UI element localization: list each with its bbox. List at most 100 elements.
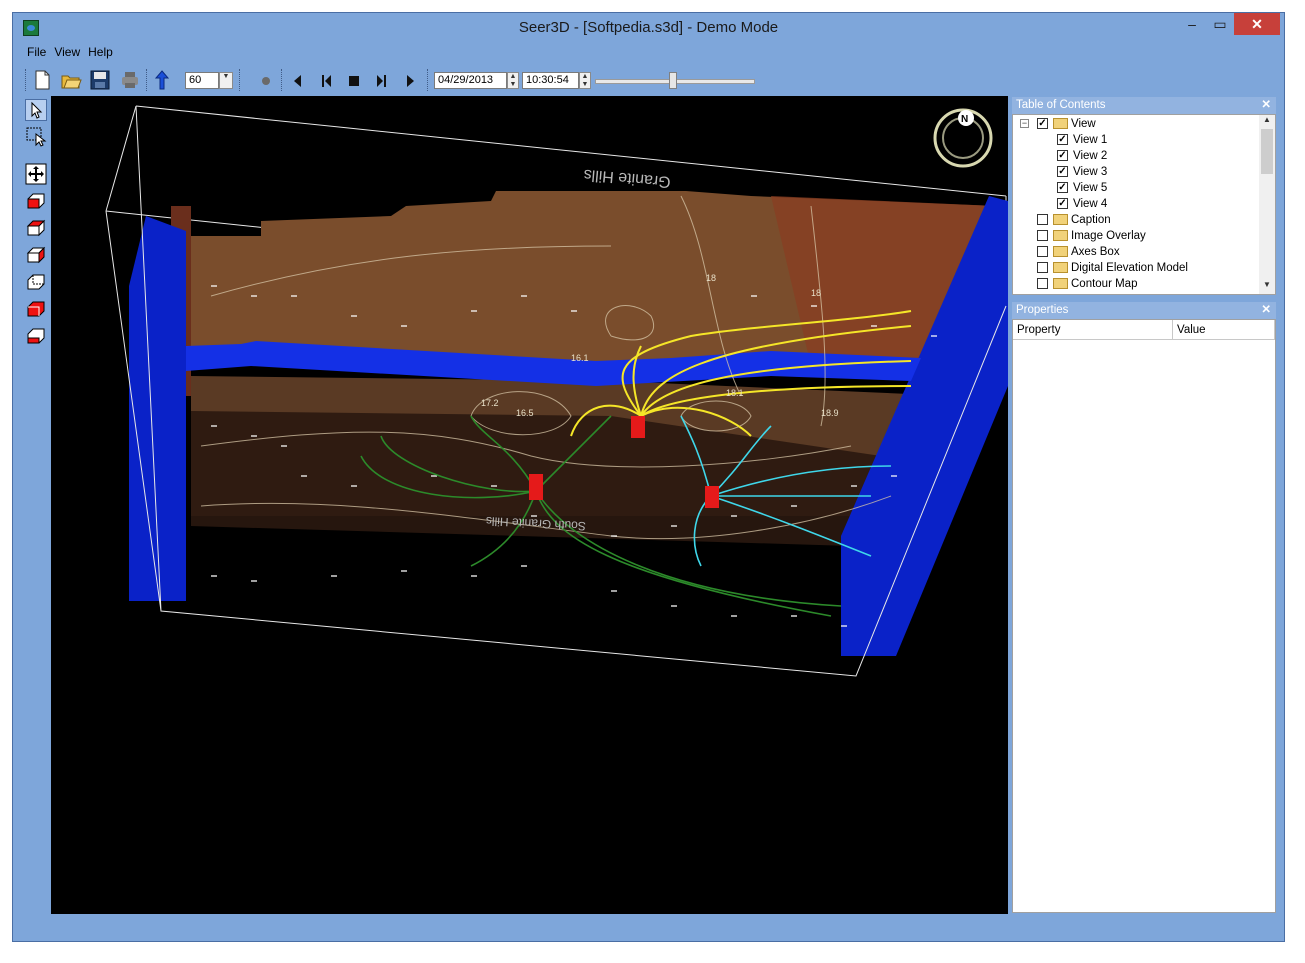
toolbar-grip[interactable] <box>25 69 28 91</box>
toc-checkbox[interactable]: ✓ <box>1057 198 1068 210</box>
vertical-exaggeration-icon[interactable] <box>151 69 173 91</box>
toc-scrollbar[interactable]: ▲ ▼ <box>1259 115 1275 294</box>
toc-item-label: View 3 <box>1073 166 1108 178</box>
contour-label: 17.2 <box>481 398 499 408</box>
toc-tree[interactable]: Contour Map Digital Elevation Model Axes B… <box>1012 114 1276 295</box>
toc-title: Table of Contents <box>1016 99 1106 111</box>
cube-top-icon <box>26 219 46 237</box>
tree-collapse-icon[interactable]: − <box>1020 119 1029 128</box>
toc-item-label: Axes Box <box>1071 246 1120 258</box>
toolbar-separator <box>146 69 149 91</box>
time-slider-thumb[interactable] <box>669 72 678 89</box>
open-folder-icon[interactable] <box>60 69 82 91</box>
contour-label: 16.5 <box>516 408 534 418</box>
toc-item[interactable]: Digital Elevation Model <box>1037 260 1188 276</box>
pumping-well[interactable] <box>705 486 719 508</box>
toc-item[interactable]: ✓ View 2 <box>1057 148 1107 164</box>
property-column-header[interactable]: Property <box>1013 320 1173 340</box>
toc-item-label: View 5 <box>1073 182 1108 194</box>
toc-scroll-thumb[interactable] <box>1261 129 1273 174</box>
toc-checkbox[interactable]: ✓ <box>1057 182 1068 194</box>
rewind-icon[interactable] <box>315 69 337 91</box>
vertical-exaggeration-field[interactable]: 60 <box>185 72 219 89</box>
print-icon[interactable] <box>119 69 141 91</box>
move-arrows-icon <box>25 163 47 185</box>
toc-checkbox[interactable]: ✓ <box>1057 150 1068 162</box>
fast-forward-icon[interactable] <box>371 69 393 91</box>
toc-item[interactable]: Contour Map <box>1037 276 1137 292</box>
pumping-well[interactable] <box>529 474 543 500</box>
contour-label: 18 <box>706 273 716 283</box>
properties-title: Properties <box>1016 304 1069 316</box>
toc-item-label: View 4 <box>1073 198 1108 210</box>
menu-view[interactable]: View <box>50 43 84 59</box>
toc-item-label: Image Overlay <box>1071 230 1146 242</box>
cube-front-icon <box>27 193 45 209</box>
menu-file[interactable]: File <box>23 43 50 59</box>
properties-close-icon[interactable]: ✕ <box>1261 302 1271 319</box>
vertical-exaggeration-dropdown[interactable]: ▼ <box>219 72 233 89</box>
toc-item[interactable]: ✓ View 4 <box>1057 196 1107 212</box>
toc-item[interactable]: − ✓ View <box>1020 116 1096 132</box>
view-iso-tool[interactable] <box>25 325 47 347</box>
toc-checkbox[interactable]: ✓ <box>1037 118 1048 130</box>
pumping-well[interactable] <box>631 416 645 438</box>
scroll-up-icon[interactable]: ▲ <box>1259 115 1275 129</box>
toc-item-label: Contour Map <box>1071 278 1138 290</box>
pan-zoom-tool[interactable] <box>25 163 47 185</box>
view-top-tool[interactable] <box>25 217 47 239</box>
toc-item[interactable]: ✓ View 3 <box>1057 164 1107 180</box>
toolbar-separator <box>427 69 430 91</box>
select-tool[interactable] <box>25 99 47 121</box>
toc-checkbox[interactable] <box>1037 278 1048 290</box>
toc-checkbox[interactable]: ✓ <box>1057 134 1068 146</box>
toc-item[interactable]: Caption <box>1037 212 1111 228</box>
record-icon[interactable] <box>255 69 277 91</box>
toc-item[interactable]: Axes Box <box>1037 244 1120 260</box>
toc-checkbox[interactable] <box>1037 214 1048 226</box>
left-tool-strip <box>23 99 51 929</box>
toc-checkbox[interactable]: ✓ <box>1057 166 1068 178</box>
toc-checkbox[interactable] <box>1037 230 1048 242</box>
save-icon[interactable] <box>89 69 111 91</box>
close-button[interactable]: ✕ <box>1234 13 1280 35</box>
toc-item[interactable]: ✓ View 1 <box>1057 132 1107 148</box>
toolbar-separator <box>281 69 284 91</box>
compass-rose[interactable]: N <box>933 108 993 168</box>
toc-item-label: Caption <box>1071 214 1111 226</box>
view-bottom-tool[interactable] <box>25 298 47 320</box>
folder-icon <box>1053 118 1068 130</box>
menu-help[interactable]: Help <box>84 43 117 59</box>
view-front-tool[interactable] <box>25 190 47 212</box>
new-file-icon[interactable] <box>31 69 53 91</box>
properties-panel: Properties ✕ Property Value <box>1012 302 1276 913</box>
view-back-tool[interactable] <box>25 271 47 293</box>
scroll-down-icon[interactable]: ▼ <box>1259 280 1275 294</box>
title-bar[interactable]: Seer3D - [Softpedia.s3d] - Demo Mode – ▭… <box>13 13 1284 43</box>
properties-grid[interactable]: Property Value <box>1012 319 1276 913</box>
contour-label: 16.1 <box>571 353 589 363</box>
toc-item[interactable]: Image Overlay <box>1037 228 1146 244</box>
toc-panel-header: Table of Contents ✕ <box>1012 97 1276 114</box>
toc-item[interactable]: ✓ View 5 <box>1057 180 1107 196</box>
toc-checkbox[interactable] <box>1037 262 1048 274</box>
date-field[interactable]: 04/29/2013 <box>434 72 507 89</box>
maximize-button[interactable]: ▭ <box>1206 13 1234 35</box>
toc-checkbox[interactable] <box>1037 246 1048 258</box>
3d-viewport[interactable]: Granite Hills South Granite Hills 18 18 … <box>51 96 1008 914</box>
cube-bottom-icon <box>27 301 45 317</box>
toc-close-icon[interactable]: ✕ <box>1261 97 1271 114</box>
step-back-icon[interactable] <box>287 69 309 91</box>
app-window: Seer3D - [Softpedia.s3d] - Demo Mode – ▭… <box>12 12 1285 942</box>
date-spinner[interactable]: ▲ ▼ <box>507 72 519 89</box>
play-icon[interactable] <box>399 69 421 91</box>
rubberband-select-tool[interactable] <box>25 126 47 148</box>
time-spinner[interactable]: ▲ ▼ <box>579 72 591 89</box>
value-column-header[interactable]: Value <box>1173 320 1275 340</box>
folder-icon <box>1053 278 1068 290</box>
time-field[interactable]: 10:30:54 <box>522 72 579 89</box>
3d-scene[interactable]: Granite Hills South Granite Hills 18 18 … <box>51 96 1008 914</box>
minimize-button[interactable]: – <box>1178 13 1206 35</box>
stop-icon[interactable] <box>343 69 365 91</box>
view-side-tool[interactable] <box>25 244 47 266</box>
